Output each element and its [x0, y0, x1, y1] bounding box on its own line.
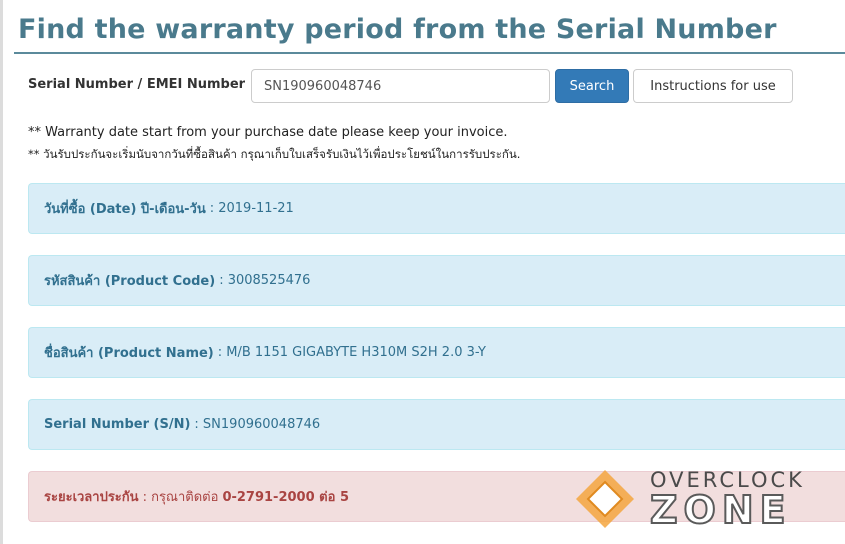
product-code-value: : 3008525476	[219, 273, 311, 288]
product-code-box: รหัสสินค้า (Product Code) : 3008525476	[28, 255, 845, 306]
serial-number-label: Serial Number / EMEI Number :	[28, 77, 255, 92]
serial-number-result-value: : SN190960048746	[194, 417, 321, 432]
search-button[interactable]: Search	[555, 69, 629, 103]
serial-number-result-label: Serial Number (S/N)	[44, 417, 191, 432]
product-name-label: ชื่อสินค้า (Product Name)	[44, 346, 214, 361]
instructions-button[interactable]: Instructions for use	[633, 69, 793, 103]
warranty-notice-english: ** Warranty date start from your purchas…	[28, 125, 508, 140]
title-divider	[14, 52, 845, 54]
left-border	[0, 0, 3, 544]
product-code-label: รหัสสินค้า (Product Code)	[44, 274, 216, 289]
purchase-date-value: : 2019-11-21	[209, 201, 294, 216]
serial-number-input[interactable]	[251, 69, 550, 103]
warranty-contact-number: 0-2791-2000 ต่อ 5	[222, 490, 349, 505]
warranty-period-label: ระยะเวลาประกัน	[44, 490, 139, 505]
purchase-date-box: วันที่ซื้อ (Date) ปี-เดือน-วัน : 2019-11…	[28, 183, 845, 234]
product-name-value: : M/B 1151 GIGABYTE H310M S2H 2.0 3-Y	[217, 345, 486, 360]
warranty-notice-thai: ** วันรับประกันจะเริ่มนับจากวันที่ซื้อสิ…	[28, 147, 521, 161]
purchase-date-label: วันที่ซื้อ (Date) ปี-เดือน-วัน	[44, 202, 206, 217]
serial-number-box: Serial Number (S/N) : SN190960048746	[28, 399, 845, 450]
warranty-period-prefix: : กรุณาติดต่อ	[142, 490, 219, 505]
overclockzone-watermark: OVERCLOCK ZONE	[570, 460, 840, 538]
watermark-text-bottom: ZONE	[649, 487, 792, 533]
page-title: Find the warranty period from the Serial…	[18, 14, 777, 45]
overclockzone-logo-icon	[576, 470, 634, 528]
product-name-box: ชื่อสินค้า (Product Name) : M/B 1151 GIG…	[28, 327, 845, 378]
